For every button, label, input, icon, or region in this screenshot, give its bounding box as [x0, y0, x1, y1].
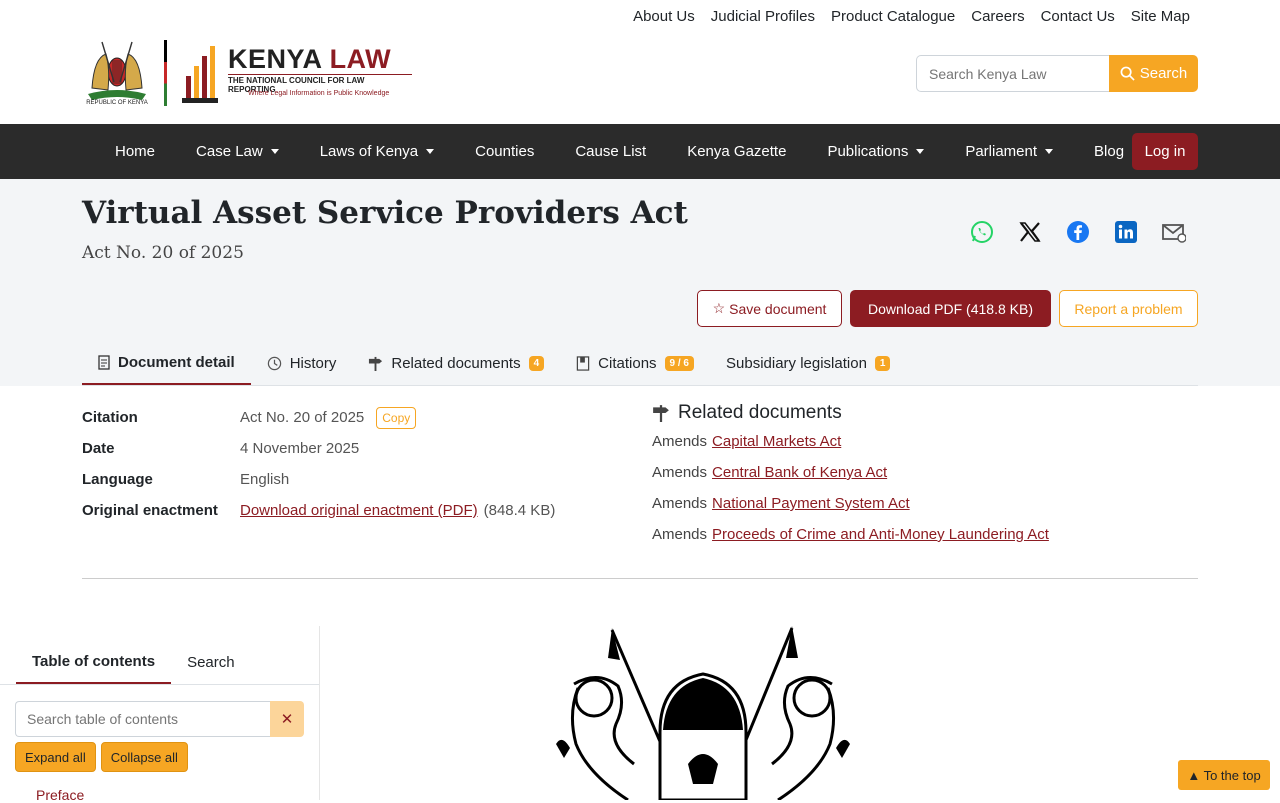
page-subtitle: Act No. 20 of 2025 — [82, 243, 244, 263]
share-icons — [970, 220, 1187, 244]
related-item: Amends Central Bank of Kenya Act — [652, 464, 888, 481]
toc-search-input[interactable] — [15, 701, 270, 737]
nav-blog[interactable]: Blog — [1094, 143, 1124, 160]
nav-case-law[interactable]: Case Law — [196, 143, 279, 160]
search-icon — [1120, 66, 1135, 81]
top-link-careers[interactable]: Careers — [971, 8, 1024, 25]
nav-kenya-gazette[interactable]: Kenya Gazette — [687, 143, 786, 160]
document-tabs: Document detail History Related document… — [82, 341, 1198, 386]
caret-down-icon — [1045, 149, 1054, 154]
whatsapp-icon[interactable] — [970, 220, 994, 244]
copy-citation-button[interactable]: Copy — [376, 406, 417, 429]
related-documents: Related documents Amends Capital Markets … — [652, 400, 1198, 550]
email-icon[interactable] — [1162, 220, 1187, 244]
related-link[interactable]: Capital Markets Act — [712, 433, 841, 450]
tab-document-detail[interactable]: Document detail — [82, 341, 251, 385]
tab-related-documents[interactable]: Related documents 4 — [352, 341, 560, 385]
caret-down-icon — [270, 149, 279, 154]
nav-home[interactable]: Home — [115, 143, 155, 160]
kenya-law-logo[interactable]: REPUBLIC OF KENYA KENYA LAW THE NATIONAL… — [82, 38, 412, 110]
toc-divider — [0, 684, 319, 685]
caret-down-icon — [916, 149, 925, 154]
related-heading: Related documents — [652, 400, 1198, 426]
detail-row-enactment: Original enactment Download original ena… — [82, 502, 556, 519]
citations-count-badge: 9 / 6 — [664, 355, 694, 371]
nav-parliament[interactable]: Parliament — [965, 143, 1054, 160]
save-document-label: Save document — [729, 300, 827, 317]
nav-laws-of-kenya[interactable]: Laws of Kenya — [320, 143, 435, 160]
top-links: About Us Judicial Profiles Product Catal… — [633, 8, 1190, 25]
tab-subsidiary-legislation[interactable]: Subsidiary legislation 1 — [710, 341, 906, 385]
search-button[interactable]: Search — [1109, 55, 1198, 92]
language-value: English — [240, 471, 290, 488]
signpost-icon — [369, 356, 383, 371]
document-details: Citation Act No. 20 of 2025 Copy Date 4 … — [82, 402, 642, 526]
site-header: REPUBLIC OF KENYA KENYA LAW THE NATIONAL… — [0, 0, 1280, 124]
document-icon — [98, 354, 110, 370]
caret-down-icon — [426, 149, 435, 154]
toc-buttons: Expand all Collapse all — [15, 742, 188, 772]
to-top-button[interactable]: ▲ To the top — [1178, 760, 1270, 790]
facebook-icon[interactable] — [1066, 220, 1090, 244]
tab-citations[interactable]: Citations 9 / 6 — [560, 341, 710, 385]
clock-icon — [267, 356, 281, 370]
detail-row-citation: Citation Act No. 20 of 2025 Copy — [82, 402, 642, 433]
brand-tagline: Where Legal Information is Public Knowle… — [248, 90, 390, 97]
detail-row-date: Date 4 November 2025 — [82, 440, 360, 457]
top-link-product-catalogue[interactable]: Product Catalogue — [831, 8, 955, 25]
brand-name: KENYA LAW — [228, 44, 392, 74]
subsidiary-count-badge: 1 — [874, 355, 891, 371]
clear-icon[interactable]: ✕ — [270, 701, 304, 737]
expand-all-button[interactable]: Expand all — [15, 742, 96, 772]
top-link-about-us[interactable]: About Us — [633, 8, 695, 25]
detail-row-language: Language English — [82, 471, 290, 488]
related-link[interactable]: Central Bank of Kenya Act — [712, 464, 887, 481]
coat-of-arms-image — [556, 626, 850, 800]
page-title: Virtual Asset Service Providers Act — [82, 195, 688, 231]
nav-counties[interactable]: Counties — [475, 143, 534, 160]
section-divider — [82, 578, 1198, 579]
star-icon: ☆ — [712, 300, 726, 316]
related-item: Amends Capital Markets Act — [652, 433, 842, 450]
nav-cause-list[interactable]: Cause List — [575, 143, 646, 160]
related-link[interactable]: Proceeds of Crime and Anti-Money Launder… — [712, 526, 1049, 543]
nav-publications[interactable]: Publications — [827, 143, 925, 160]
site-search: Search — [916, 55, 1198, 92]
logo-divider — [164, 40, 167, 106]
search-input[interactable] — [916, 55, 1109, 92]
toc-item-preface[interactable]: Preface — [36, 787, 84, 803]
tab-history[interactable]: History — [251, 341, 353, 385]
related-count-badge: 4 — [528, 355, 545, 371]
toc-search: ✕ — [15, 701, 304, 737]
x-icon[interactable] — [1018, 220, 1042, 244]
date-value: 4 November 2025 — [240, 440, 360, 457]
related-item: Amends Proceeds of Crime and Anti-Money L… — [652, 526, 1049, 543]
main-nav-items: Home Case Law Laws of Kenya Counties Cau… — [115, 124, 1165, 179]
citation-value: Act No. 20 of 2025 — [240, 409, 365, 426]
search-button-label: Search — [1139, 65, 1188, 82]
related-link[interactable]: National Payment System Act — [712, 495, 910, 512]
download-pdf-button[interactable]: Download PDF (418.8 KB) — [850, 290, 1051, 327]
download-enactment-link[interactable]: Download original enactment (PDF) — [240, 502, 478, 519]
enactment-size: (848.4 KB) — [483, 502, 556, 519]
top-link-contact-us[interactable]: Contact Us — [1041, 8, 1115, 25]
toc-panel: Table of contents Search ✕ Expand all Co… — [0, 626, 320, 803]
related-item: Amends National Payment System Act — [652, 495, 910, 512]
top-link-judicial-profiles[interactable]: Judicial Profiles — [711, 8, 815, 25]
kenya-law-bars-icon — [182, 46, 218, 103]
book-icon — [576, 355, 590, 371]
report-problem-button[interactable]: Report a problem — [1059, 290, 1198, 327]
login-button[interactable]: Log in — [1132, 133, 1198, 170]
tab-toc-search[interactable]: Search — [171, 640, 251, 684]
toc-tabs: Table of contents Search — [16, 640, 251, 684]
save-document-button[interactable]: ☆ Save document — [697, 290, 842, 327]
tab-table-of-contents[interactable]: Table of contents — [16, 640, 172, 684]
top-link-site-map[interactable]: Site Map — [1131, 8, 1190, 25]
linkedin-icon[interactable] — [1114, 220, 1138, 244]
collapse-all-button[interactable]: Collapse all — [100, 742, 188, 772]
signpost-icon — [653, 405, 669, 422]
arms-caption: REPUBLIC OF KENYA — [86, 100, 148, 106]
main-nav: Home Case Law Laws of Kenya Counties Cau… — [0, 124, 1280, 179]
